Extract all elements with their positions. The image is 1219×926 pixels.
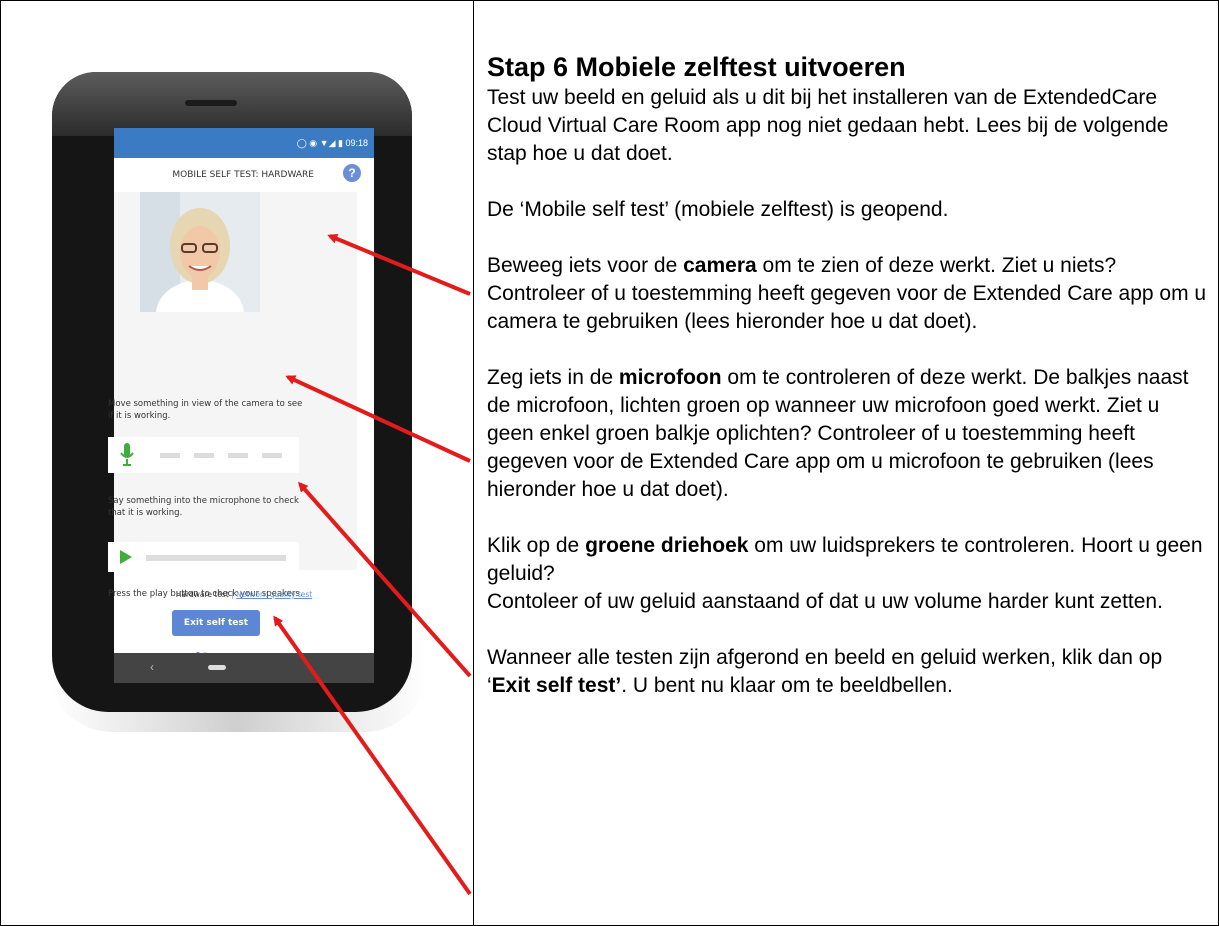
mic-level-bar (160, 453, 180, 458)
finish-keyword: Exit self test’ (491, 674, 622, 697)
screen-title: MOBILE SELF TEST: HARDWARE (172, 170, 314, 180)
camera-paragraph: Beweeg iets voor de camera om te zien of… (487, 252, 1209, 336)
opened-paragraph: De ‘Mobile self test’ (mobiele zelftest)… (487, 198, 949, 221)
mic-keyword: microfoon (618, 366, 722, 389)
microphone-test-row (108, 437, 299, 473)
speaker-test-row (108, 542, 299, 572)
back-icon[interactable]: ‹ (150, 660, 154, 674)
camera-text-pre: Beweeg iets voor de (487, 254, 684, 277)
mic-level-bar (228, 453, 248, 458)
microphone-caption: Say something into the microphone to che… (108, 496, 299, 518)
speaker-paragraph-line2: Contoleer of uw geluid aanstaand of dat … (487, 590, 1163, 613)
camera-preview (140, 192, 260, 312)
phone-screen: ◯ ◉ ▼◢ ▮ 09:18 MOBILE SELF TEST: HARDWAR… (108, 128, 374, 683)
finish-text-post: . U bent nu klaar om te beeldbellen. (621, 674, 953, 697)
link-separator: | (231, 590, 234, 599)
help-icon[interactable]: ? (343, 164, 361, 182)
finish-paragraph: Wanneer alle testen zijn afgerond en bee… (487, 644, 1209, 700)
column-divider (473, 0, 474, 926)
hardware-test-link[interactable]: Hardware test (176, 590, 229, 599)
phone-illustration: ◯ ◉ ▼◢ ▮ 09:18 MOBILE SELF TEST: HARDWAR… (48, 72, 428, 732)
microphone-icon (120, 443, 134, 466)
play-icon[interactable] (120, 550, 132, 564)
camera-preview-image (140, 192, 260, 312)
speaker-keyword: groene driehoek (585, 534, 749, 557)
instruction-column: Stap 6 Mobiele zelftest uitvoeren Test u… (487, 50, 1209, 700)
speaker-text-pre: Klik op de (487, 534, 586, 557)
android-nav-bar: ‹ (114, 653, 374, 683)
mic-level-bar (262, 453, 282, 458)
camera-caption: Move something in view of the camera to … (108, 399, 303, 421)
intro-paragraph: Test uw beeld en geluid als u dit bij he… (487, 86, 1169, 165)
camera-keyword: camera (683, 254, 757, 277)
microphone-paragraph: Zeg iets in de microfoon om te controler… (487, 364, 1209, 504)
mic-level-bar (194, 453, 214, 458)
home-icon[interactable] (208, 665, 226, 670)
exit-self-test-button[interactable]: Exit self test (172, 610, 260, 636)
network-quality-test-link[interactable]: Network quality test (236, 590, 312, 599)
status-icons: ◯ ◉ ▼◢ ▮ (296, 138, 343, 148)
speaker-paragraph: Klik op de groene driehoek om uw luidspr… (487, 532, 1209, 588)
test-links: Hardware test | Network quality test (114, 590, 374, 599)
mic-text-pre: Zeg iets in de (487, 366, 619, 389)
step-heading: Stap 6 Mobiele zelftest uitvoeren (487, 52, 906, 82)
status-time: 09:18 (345, 138, 368, 148)
playback-track (146, 555, 286, 561)
phone-body: ◯ ◉ ▼◢ ▮ 09:18 MOBILE SELF TEST: HARDWAR… (52, 72, 412, 712)
status-bar: ◯ ◉ ▼◢ ▮ 09:18 (114, 128, 374, 158)
test-panel: Move something in view of the camera to … (108, 192, 357, 599)
speaker-grille (185, 100, 237, 106)
